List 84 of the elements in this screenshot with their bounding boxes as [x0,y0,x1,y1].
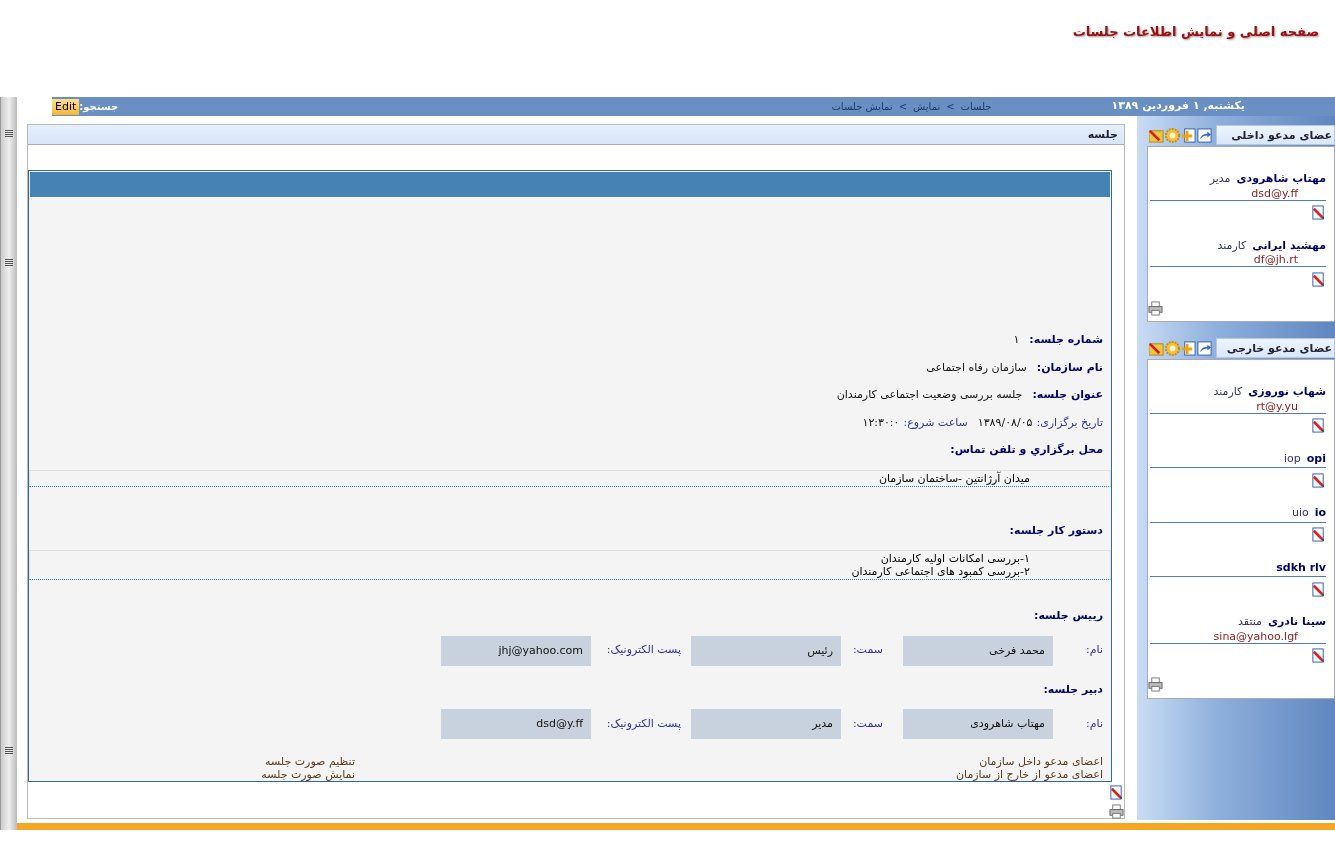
breadcrumb-link[interactable]: نمایش جلسات [831,99,893,114]
gear-icon[interactable] [1165,340,1180,356]
add-page-icon[interactable] [1181,127,1196,143]
member-email: sina@yahoo.lgf [1212,630,1299,643]
role-field: رئیس [691,635,841,666]
grip-icon [5,747,13,754]
link[interactable]: اعضای مدعو از خارج از سازمان [955,768,1103,781]
field-label: نام سازمان: [1036,359,1103,376]
member-role: منتقد [1238,614,1262,630]
email-field: dsd@y.ff [441,709,591,739]
section-heading: محل برگزاري و تلفن تماس: [950,442,1103,458]
section-heading: دبیر جلسه: [1043,681,1103,698]
field-label: سمت: [851,715,884,732]
member-role: کارمند [1213,384,1243,400]
section-heading: دستور کار جلسه: [1009,522,1103,539]
edit-icon[interactable] [1311,647,1326,663]
edit-icon[interactable] [1311,472,1326,487]
member-name: opi [1306,450,1326,467]
field-label: پست الکترونیک: [605,642,682,659]
member-name: sdkh rlv [1276,559,1326,576]
member-name: io [1314,505,1326,521]
breadcrumb-separator: > [946,100,955,114]
email-field: jhj@yahoo.com [441,635,591,666]
grip-icon [5,130,13,137]
breadcrumb-separator: > [898,100,908,114]
field-label: ساعت شروع: [903,414,968,431]
member-email: dsd@y.ff [1250,187,1300,200]
field-value: ۱۲:۳۰:۰ [862,414,900,431]
field-value: جلسه بررسی وضعیت اجتماعی کارمندان [836,387,1023,403]
member-email: rt@y.yu [1255,400,1299,413]
edit-icon[interactable] [1109,784,1124,799]
name-field: مهتاب شاهرودی [903,709,1053,739]
link[interactable]: نمایش صورت جلسه [261,768,355,781]
panel-title: عضای مدعو خارجی [1216,338,1335,358]
section-heading: رییس جلسه: [1034,608,1103,624]
print-icon[interactable] [1148,676,1163,692]
field-value: ۱۳۸۹/۰۸/۰۵ [977,414,1033,431]
edit-icon[interactable] [1311,417,1326,433]
field-label: سمت: [851,642,884,659]
field-label: عنوان جلسه: [1032,387,1103,403]
panel-title: عضای مدعو داخلی [1216,125,1335,145]
member-name: شهاب نوروزی [1248,384,1326,400]
field-value: ۱ [1013,332,1020,348]
link[interactable]: تنظیم صورت جلسه [265,755,355,768]
grip-icon [5,259,13,266]
member-role: iop [1284,450,1301,467]
text-line: ۲-بررسی کمبود های اجتماعی کارمندان [850,565,1031,578]
edit-icon[interactable] [1311,204,1326,220]
breadcrumb-link[interactable]: جلسات [960,99,992,114]
date-text: یکشنبه, ۱ فروردین ۱۳۸۹ [1111,98,1245,115]
export-icon[interactable] [1197,127,1212,143]
member-email: df@jh.rt [1252,254,1299,266]
add-page-icon[interactable] [1181,340,1196,356]
member-name: سینا نادری [1267,614,1326,630]
edit-icon[interactable] [1149,127,1164,143]
edit-icon[interactable] [1311,271,1326,286]
search-label: جستجو: [79,100,119,114]
panel-title: جلسه [28,125,1124,145]
edit-button[interactable]: Edit [52,98,80,115]
member-name: مهشید ایرانی [1252,237,1326,254]
name-field: محمد فرخی [903,635,1053,666]
member-role: مدیر [1209,171,1231,187]
field-label: تاریخ برگزاری: [1036,414,1103,431]
field-label: پست الکترونیک: [605,715,682,732]
field-label: نام: [1085,715,1103,732]
link[interactable]: اعضای مدعو داخل سازمان [979,755,1103,768]
field-label: شماره جلسه: [1029,332,1103,348]
edit-icon[interactable] [1311,581,1326,596]
text-line: ۱-بررسی امکانات اولیه کارمندان [879,552,1031,565]
print-icon[interactable] [1109,803,1124,818]
gear-icon[interactable] [1165,127,1180,143]
page-title: صفحه اصلی و نمایش اطلاعات جلسات [1071,23,1319,41]
member-name: مهتاب شاهرودی [1236,171,1326,187]
export-icon[interactable] [1197,340,1212,356]
edit-icon[interactable] [1311,526,1326,542]
role-field: مدیر [691,709,841,739]
field-label: نام: [1085,642,1103,659]
member-role: uio [1291,505,1309,521]
member-role: کارمند [1217,237,1247,254]
breadcrumb-link[interactable]: نمایش [913,99,941,114]
print-icon[interactable] [1148,300,1163,315]
text-line: میدان آرژانتین -ساختمان سازمان [877,471,1031,485]
edit-icon[interactable] [1149,340,1164,356]
field-value: سازمان رفاه اجتماعی [926,359,1027,376]
